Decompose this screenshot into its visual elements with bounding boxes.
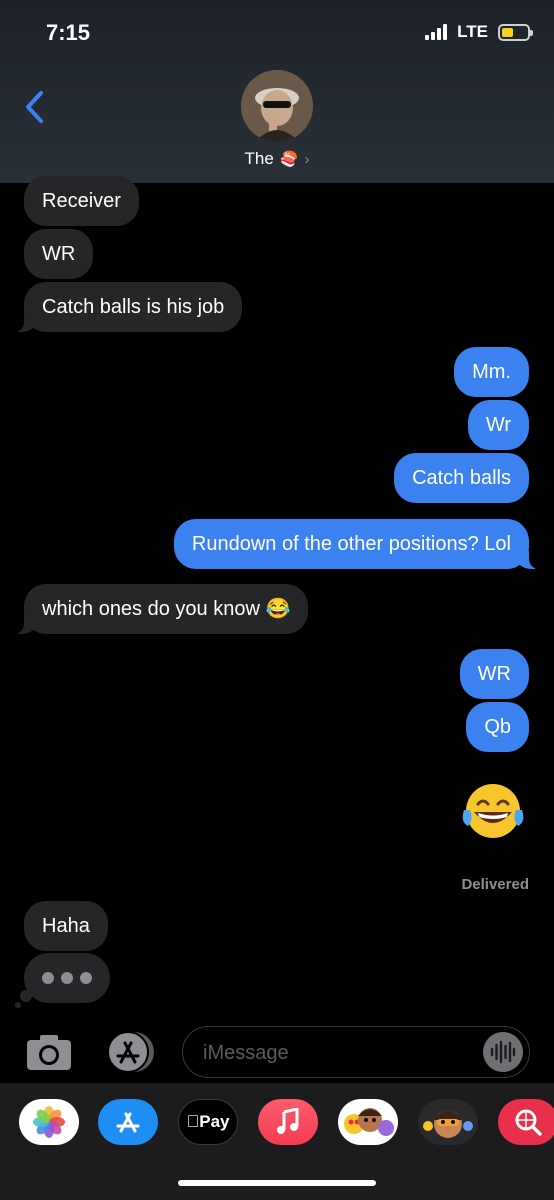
outgoing-message[interactable]: Qb <box>466 702 529 752</box>
contact-name-emoji: 🍣 <box>279 151 299 168</box>
typing-tail <box>20 990 32 1002</box>
web-search-icon[interactable] <box>498 1099 554 1145</box>
outgoing-message[interactable]: Rundown of the other positions? Lol <box>173 519 540 569</box>
signal-strength-icon <box>425 24 448 40</box>
conversation-header: 7:15 LTE The 🍣 › <box>0 0 554 183</box>
home-indicator[interactable] <box>178 1180 376 1186</box>
status-time: 7:15 <box>46 20 91 45</box>
audio-message-button[interactable] <box>483 1032 523 1072</box>
incoming-message[interactable]: which ones do you know 😂 <box>13 584 309 634</box>
message-text: WR <box>42 243 76 265</box>
delivered-status: Delivered <box>461 876 529 893</box>
outgoing-message[interactable]: Wr <box>467 400 529 450</box>
app-store-button-icon[interactable] <box>104 1030 156 1074</box>
incoming-message[interactable]: Haha <box>24 901 108 951</box>
outgoing-message[interactable]: Mm. <box>454 347 529 397</box>
typing-dot <box>42 972 54 984</box>
message-text: Catch balls <box>412 467 511 489</box>
battery-icon <box>498 23 533 41</box>
apple-pay-icon[interactable]: Pay <box>178 1099 238 1145</box>
waveform-icon <box>490 1040 516 1064</box>
message-text: Receiver <box>42 190 121 212</box>
memoji-icon[interactable] <box>418 1099 478 1145</box>
message-input-placeholder: iMessage <box>203 1042 289 1064</box>
incoming-message[interactable]: WR <box>24 229 94 279</box>
typing-dot <box>80 972 92 984</box>
contact-name-row[interactable]: The 🍣 › <box>0 149 554 169</box>
typing-dot <box>61 972 73 984</box>
apple-logo-icon:  <box>187 1112 200 1132</box>
app-store-icon[interactable] <box>98 1099 158 1145</box>
message-text: Wr <box>485 414 511 436</box>
message-text: Rundown of the other positions? Lol <box>191 533 511 555</box>
apple-pay-label: Pay <box>192 1112 229 1131</box>
outgoing-message[interactable]: WR <box>459 649 529 699</box>
outgoing-message[interactable]: Catch balls <box>394 453 529 503</box>
avatar-photo <box>241 70 313 142</box>
contact-name: The <box>244 149 274 168</box>
music-icon[interactable] <box>258 1099 318 1145</box>
incoming-message[interactable]: Receiver <box>24 176 139 226</box>
camera-icon[interactable] <box>25 1032 73 1072</box>
photos-icon[interactable] <box>19 1099 79 1145</box>
message-text: which ones do you know 😂 <box>42 598 291 620</box>
outgoing-emoji-message[interactable]: 😂 <box>458 782 528 840</box>
typing-tail <box>15 1002 21 1008</box>
message-text: Catch balls is his job <box>42 296 225 318</box>
tears-of-joy-emoji-icon <box>462 784 524 838</box>
network-type: LTE <box>457 22 488 41</box>
back-chevron-icon[interactable] <box>24 90 46 124</box>
message-text: Qb <box>484 716 511 738</box>
contact-avatar[interactable] <box>241 70 313 142</box>
incoming-message[interactable]: Catch balls is his job <box>13 282 243 332</box>
memoji-stickers-icon[interactable] <box>338 1099 398 1145</box>
typing-indicator <box>24 953 110 1003</box>
message-text: Mm. <box>472 361 511 383</box>
chevron-right-icon: › <box>304 150 310 168</box>
status-indicators: LTE <box>425 22 533 42</box>
message-text: Haha <box>42 915 90 937</box>
message-input[interactable]: iMessage <box>182 1026 530 1078</box>
message-text: WR <box>477 663 511 685</box>
